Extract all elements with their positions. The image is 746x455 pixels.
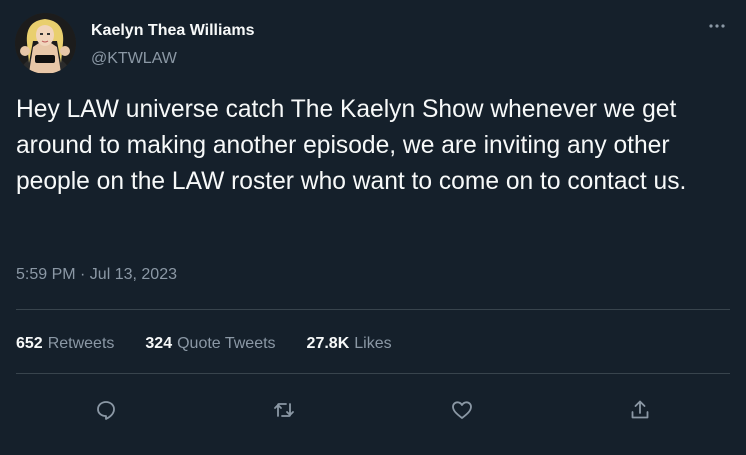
reply-button[interactable] [86,390,126,430]
heart-icon [452,401,472,419]
more-icon [709,24,725,28]
retweets-stat[interactable]: 652 Retweets [16,335,114,353]
engagement-stats: 652 Retweets 324 Quote Tweets 27.8K Like… [16,335,392,353]
tweet-card: Kaelyn Thea Williams @KTWLAW Hey LAW uni… [0,0,746,455]
tweet-text: Hey LAW universe catch The Kaelyn Show w… [16,96,687,195]
divider-bottom [16,373,730,374]
retweet-icon [274,403,294,417]
likes-count: 27.8K [306,335,350,352]
share-icon [631,400,649,419]
quote-tweets-stat[interactable]: 324 Quote Tweets [145,335,275,353]
quote-tweets-label: Quote Tweets [177,335,276,352]
more-options-button[interactable] [701,14,733,38]
retweets-label: Retweets [47,335,115,352]
like-button[interactable] [442,390,482,430]
action-bar [16,390,730,430]
avatar-image [15,13,76,74]
likes-label: Likes [354,335,392,352]
quote-tweets-count: 324 [145,335,173,352]
retweet-button[interactable] [264,390,304,430]
reply-icon [97,401,115,420]
divider-top [16,309,730,310]
avatar[interactable] [15,13,76,74]
retweets-count: 652 [16,335,43,352]
share-button[interactable] [620,390,660,430]
display-name[interactable]: Kaelyn Thea Williams [91,22,254,40]
handle[interactable]: @KTWLAW [91,50,177,68]
timestamp[interactable]: 5:59 PM · Jul 13, 2023 [16,266,177,284]
likes-stat[interactable]: 27.8K Likes [307,335,392,353]
